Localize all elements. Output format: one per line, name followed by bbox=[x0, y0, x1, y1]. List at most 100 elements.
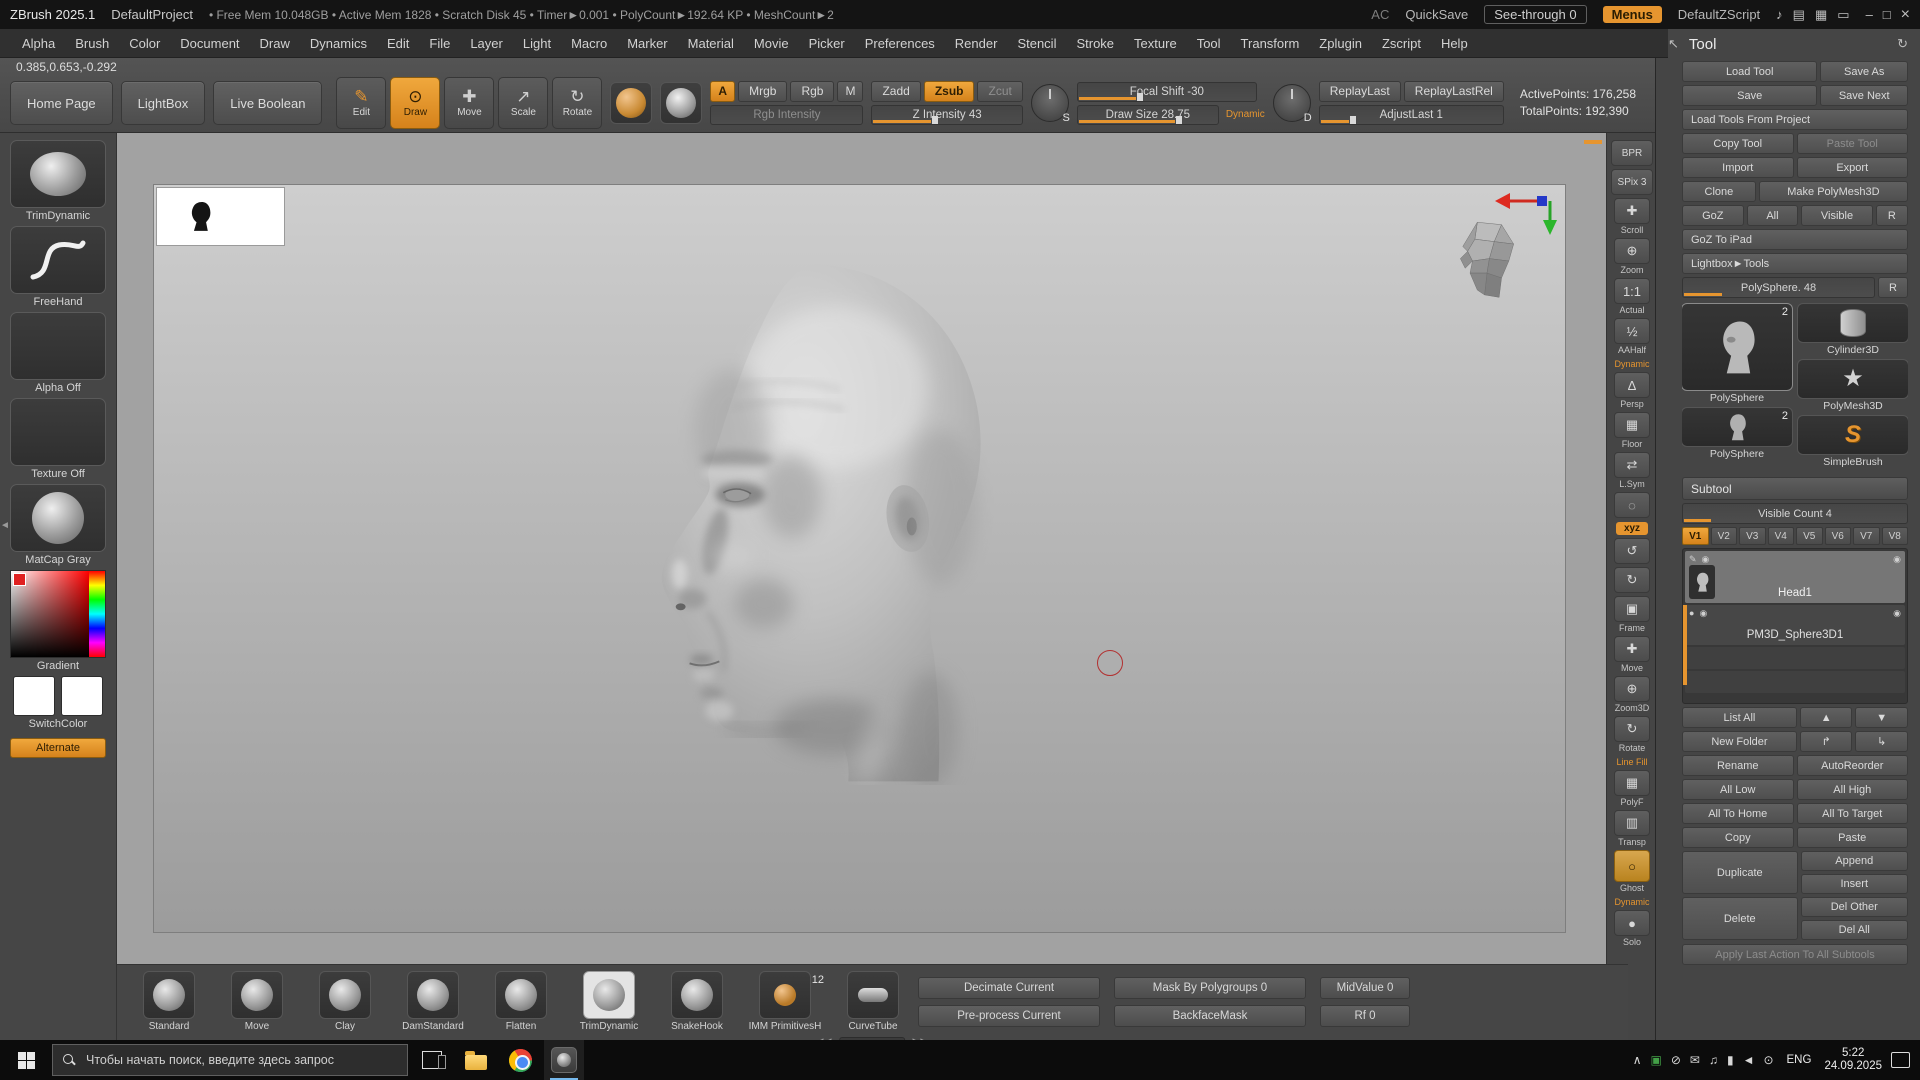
trimdynamic-brush[interactable]: TrimDynamic bbox=[578, 971, 640, 1032]
material-selector[interactable]: MatCap Gray bbox=[10, 484, 106, 566]
ghost-button[interactable]: ○ Ghost bbox=[1610, 850, 1654, 893]
draw-mode-button[interactable]: ⊙ Draw bbox=[390, 77, 440, 129]
goz-r-button[interactable]: R bbox=[1876, 205, 1908, 226]
delete-button[interactable]: Delete bbox=[1682, 897, 1798, 940]
tool-thumb-polysphere-2[interactable]: 2 PolySphere bbox=[1682, 407, 1792, 460]
subtool-tab-v2[interactable]: V2 bbox=[1711, 527, 1738, 545]
zbrush-taskbar-button[interactable] bbox=[544, 1040, 584, 1080]
volume-icon[interactable]: ♪ bbox=[1776, 7, 1783, 22]
rotate-mode-button[interactable]: ↻ Rotate bbox=[552, 77, 602, 129]
undo-button[interactable]: ↺ bbox=[1610, 538, 1654, 564]
antivirus-shield-icon[interactable]: ▣ bbox=[1650, 1053, 1661, 1067]
subtool-tab-v7[interactable]: V7 bbox=[1853, 527, 1880, 545]
save-as-button[interactable]: Save As bbox=[1820, 61, 1908, 82]
sculpted-head-model[interactable] bbox=[638, 258, 1005, 785]
clone-button[interactable]: Clone bbox=[1682, 181, 1756, 202]
goz-button[interactable]: GoZ bbox=[1682, 205, 1744, 226]
chrome-button[interactable] bbox=[500, 1040, 540, 1080]
imm-primitivesh-brush[interactable]: 12 IMM PrimitivesH bbox=[754, 971, 816, 1032]
zcut-button[interactable]: Zcut bbox=[977, 81, 1022, 102]
rotate3d-button[interactable]: ↻ Rotate bbox=[1610, 716, 1654, 753]
subtool-section-header[interactable]: Subtool bbox=[1682, 477, 1908, 500]
battery-icon[interactable]: ▮ bbox=[1727, 1053, 1734, 1067]
menus-toggle[interactable]: Menus bbox=[1603, 6, 1662, 23]
subtool-folder-eye-icon[interactable]: ◉ bbox=[1893, 608, 1901, 619]
rf-slider[interactable]: Rf 0 bbox=[1320, 1005, 1410, 1027]
file-explorer-button[interactable] bbox=[456, 1040, 496, 1080]
main-color-swatch[interactable] bbox=[13, 676, 55, 716]
panel-reload-icon[interactable]: ↻ bbox=[1897, 36, 1908, 52]
document-canvas[interactable] bbox=[153, 184, 1566, 933]
menu-item[interactable]: Preferences bbox=[855, 32, 945, 55]
restore-button[interactable]: □ bbox=[1883, 7, 1891, 22]
subtool-eye-icon[interactable]: ◉ bbox=[1702, 554, 1710, 565]
subtool-eye-icon[interactable]: ◉ bbox=[1699, 608, 1707, 619]
panel-collapse-icon[interactable]: ↖ bbox=[1668, 36, 1679, 52]
save-next-button[interactable]: Save Next bbox=[1820, 85, 1908, 106]
replay-last-rel-button[interactable]: ReplayLastRel bbox=[1404, 81, 1504, 102]
nav-head-preview[interactable] bbox=[1453, 215, 1521, 307]
menu-item[interactable]: Material bbox=[678, 32, 744, 55]
lightbox-tools-button[interactable]: Lightbox►Tools bbox=[1682, 253, 1908, 274]
all-low-button[interactable]: All Low bbox=[1682, 779, 1794, 800]
tool-thumb-polymesh3d[interactable]: ★ PolyMesh3D bbox=[1798, 359, 1908, 412]
default-zscript-button[interactable]: DefaultZScript bbox=[1678, 7, 1760, 22]
load-tools-from-project-button[interactable]: Load Tools From Project bbox=[1682, 109, 1908, 130]
tool-r-button[interactable]: R bbox=[1878, 277, 1908, 298]
texture-selector[interactable]: Texture Off bbox=[10, 398, 106, 480]
alpha-selector[interactable]: Alpha Off bbox=[10, 312, 106, 394]
edit-mode-button[interactable]: ✎ Edit bbox=[336, 77, 386, 129]
adjust-last-slider[interactable]: AdjustLast 1 bbox=[1319, 105, 1504, 125]
transparency-button[interactable]: ▥ Transp bbox=[1610, 810, 1654, 847]
tool-thumb-simplebrush[interactable]: S SimpleBrush bbox=[1798, 415, 1908, 468]
floor-button[interactable]: ▦ Floor bbox=[1610, 412, 1654, 449]
subtool-empty-row[interactable] bbox=[1685, 647, 1905, 669]
m-button[interactable]: M bbox=[837, 81, 863, 102]
tool-selector-slider[interactable]: PolySphere. 48 bbox=[1682, 277, 1875, 298]
dynamic-persp-tag[interactable]: Dynamic bbox=[1610, 358, 1654, 369]
menu-item[interactable]: Texture bbox=[1124, 32, 1187, 55]
menu-item[interactable]: Stroke bbox=[1066, 32, 1124, 55]
mail-icon[interactable]: ✉ bbox=[1690, 1053, 1700, 1067]
color-picker[interactable]: Gradient bbox=[10, 570, 106, 672]
menu-item[interactable]: Render bbox=[945, 32, 1008, 55]
subtool-folder-eye-icon[interactable]: ◉ bbox=[1893, 554, 1901, 565]
menu-item[interactable]: Tool bbox=[1187, 32, 1231, 55]
lightbox-button[interactable]: LightBox bbox=[121, 81, 206, 125]
subtool-up-button[interactable]: ▲ bbox=[1800, 707, 1853, 728]
gxyz-toggle[interactable]: xyz bbox=[1610, 521, 1654, 535]
paste-tool-button[interactable]: Paste Tool bbox=[1797, 133, 1909, 154]
audio-app-icon[interactable]: ♫ bbox=[1709, 1053, 1718, 1067]
draw-size-slider[interactable]: Draw Size 28.75 bbox=[1077, 105, 1219, 125]
blocked-icon[interactable]: ⊘ bbox=[1671, 1053, 1681, 1067]
mrgb-button[interactable]: Mrgb bbox=[738, 81, 787, 102]
document-thumbnail[interactable] bbox=[156, 187, 285, 246]
live-boolean-button[interactable]: Live Boolean bbox=[213, 81, 322, 125]
zoom3d-button[interactable]: ⊕ Zoom3D bbox=[1610, 676, 1654, 713]
dynamic-draw-size-toggle[interactable]: Dynamic bbox=[1226, 109, 1265, 120]
menu-item[interactable]: Zscript bbox=[1372, 32, 1431, 55]
rename-button[interactable]: Rename bbox=[1682, 755, 1794, 776]
color-gradient[interactable] bbox=[10, 570, 106, 658]
rgb-intensity-slider[interactable]: Rgb Intensity bbox=[710, 105, 863, 125]
menu-item[interactable]: Marker bbox=[617, 32, 677, 55]
notification-center-icon[interactable] bbox=[1891, 1052, 1910, 1068]
damstandard-brush[interactable]: DamStandard bbox=[402, 971, 464, 1032]
brush-selector[interactable]: TrimDynamic bbox=[10, 140, 106, 222]
goz-all-button[interactable]: All bbox=[1747, 205, 1799, 226]
panels-icon[interactable]: ▭ bbox=[1837, 7, 1849, 23]
zsub-button[interactable]: Zsub bbox=[924, 81, 975, 102]
current-brush-preview[interactable] bbox=[610, 82, 652, 124]
preprocess-current-button[interactable]: Pre-process Current bbox=[918, 1005, 1100, 1027]
menu-item[interactable]: Edit bbox=[377, 32, 419, 55]
goz-to-ipad-button[interactable]: GoZ To iPad bbox=[1682, 229, 1908, 250]
subtool-tab-v1[interactable]: V1 bbox=[1682, 527, 1709, 545]
line-fill-tag[interactable]: Line Fill bbox=[1610, 756, 1654, 767]
switch-color[interactable]: SwitchColor bbox=[13, 676, 103, 730]
task-view-button[interactable] bbox=[412, 1040, 452, 1080]
polyframe-button[interactable]: ▦ PolyF bbox=[1610, 770, 1654, 807]
standard-brush[interactable]: Standard bbox=[138, 971, 200, 1032]
home-page-button[interactable]: Home Page bbox=[10, 81, 113, 125]
snakehook-brush[interactable]: SnakeHook bbox=[666, 971, 728, 1032]
see-through-button[interactable]: ◌ bbox=[1610, 492, 1654, 518]
